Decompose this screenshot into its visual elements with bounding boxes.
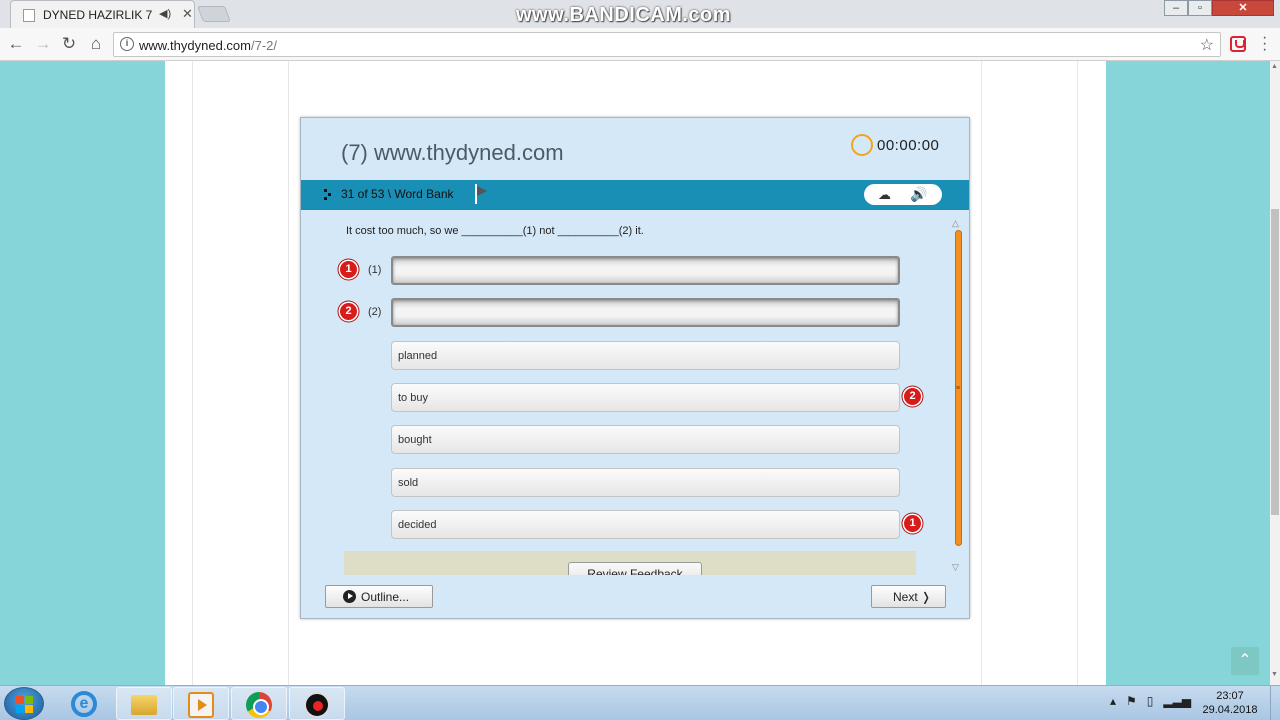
word-option[interactable]: sold — [391, 468, 900, 497]
address-bar[interactable]: i www.thydyned.com/7-2/ ☆ — [113, 32, 1221, 57]
answer-slot-2[interactable] — [391, 298, 900, 327]
flag-icon[interactable] — [475, 184, 489, 204]
windows-logo-icon — [16, 696, 24, 704]
grip-icon — [324, 189, 332, 201]
review-feedback-button[interactable]: Review Feedback — [568, 562, 702, 575]
word-number-badge: 1 — [904, 515, 921, 532]
extension-icon[interactable] — [1230, 36, 1246, 52]
clock-time: 23:07 — [1216, 690, 1244, 702]
word-text: planned — [398, 350, 438, 362]
windows-logo-icon — [25, 696, 33, 704]
scroll-thumb[interactable] — [1271, 209, 1279, 515]
tab-audio-icon[interactable]: ◀) — [159, 7, 171, 20]
taskbar-explorer[interactable] — [116, 687, 172, 720]
url-path: /7-2/ — [251, 38, 278, 53]
browser-titlebar: DYNED HAZIRLIK 7 ◀) ✕ www.BANDICAM.com –… — [0, 0, 1280, 28]
url-host: www.thydyned.com — [139, 38, 251, 53]
word-number-badge: 2 — [904, 388, 921, 405]
window-close-button[interactable]: ✕ — [1212, 0, 1274, 16]
clock-date: 29.04.2018 — [1202, 704, 1258, 716]
timer: 00:00:00 — [877, 137, 940, 154]
minimize-button[interactable]: – — [1164, 0, 1188, 16]
feedback-panel: Review Feedback — [344, 551, 916, 575]
word-text: decided — [398, 519, 437, 531]
url-text: www.thydyned.com/7-2/ — [139, 38, 277, 53]
folder-icon — [131, 695, 157, 715]
system-tray[interactable]: ▴ ⚑ ▯ ▂▃▅ — [1110, 694, 1191, 708]
taskbar-ie[interactable]: e — [57, 687, 113, 720]
taskbar-chrome[interactable] — [231, 687, 287, 720]
divider — [1077, 61, 1078, 685]
tab-close-icon[interactable]: ✕ — [182, 6, 193, 22]
timer-icon — [851, 134, 873, 156]
word-option[interactable]: decided — [391, 510, 900, 539]
speaker-icon[interactable]: 🔊 — [910, 186, 927, 203]
home-icon[interactable]: ⌂ — [85, 33, 107, 55]
clock[interactable]: 23:07 29.04.2018 — [1198, 689, 1262, 717]
star-icon[interactable]: ☆ — [1200, 35, 1214, 55]
show-desktop-button[interactable] — [1270, 686, 1280, 720]
hint-icon[interactable]: ☁ — [878, 187, 891, 203]
ie-icon: e — [71, 691, 97, 717]
page-scrollbar[interactable]: ▲ ▼ — [1270, 61, 1280, 685]
lesson-bar: 31 of 53 \ Word Bank ☁ 🔊 — [301, 180, 969, 210]
lesson-breadcrumb: 31 of 53 \ Word Bank — [341, 187, 454, 201]
taskbar: e ▴ ⚑ ▯ ▂▃▅ 23:07 29.04.2018 — [0, 685, 1280, 720]
divider — [192, 61, 193, 685]
back-to-top-button[interactable]: ⌃ — [1231, 647, 1259, 675]
recording-watermark: www.BANDICAM.com — [516, 4, 732, 26]
slot-label: (2) — [368, 306, 382, 318]
maximize-button[interactable]: ▫ — [1188, 0, 1212, 16]
app-title: (7) www.thydyned.com — [341, 140, 564, 165]
scroll-up-icon[interactable]: △ — [952, 218, 959, 229]
browser-toolbar: ← → ↻ ⌂ i www.thydyned.com/7-2/ ☆ · · · — [0, 28, 1280, 61]
taskbar-bandicam[interactable] — [289, 687, 345, 720]
media-player-icon — [188, 692, 214, 718]
word-text: to buy — [398, 392, 428, 404]
browser-tab[interactable]: DYNED HAZIRLIK 7 ◀) ✕ — [10, 0, 195, 28]
scroll-down-icon[interactable]: ▽ — [952, 562, 959, 573]
windows-logo-icon — [16, 705, 24, 713]
word-option[interactable]: bought — [391, 425, 900, 454]
reload-icon[interactable]: ↻ — [58, 33, 80, 55]
taskbar-media[interactable] — [173, 687, 229, 720]
scroll-up-icon[interactable]: ▲ — [1271, 63, 1278, 70]
menu-icon[interactable]: · · · — [1262, 30, 1267, 58]
word-option[interactable]: planned — [391, 341, 900, 370]
page-favicon-icon — [23, 9, 35, 22]
slot-number-badge: 2 — [340, 303, 357, 320]
record-icon — [304, 692, 330, 718]
word-text: sold — [398, 477, 419, 489]
next-label: Next ❭ — [893, 590, 932, 604]
tab-title: DYNED HAZIRLIK 7 — [43, 8, 153, 22]
scroll-grip-icon: ≡ — [956, 385, 961, 392]
tools-pill: ☁ 🔊 — [864, 184, 942, 205]
outline-label: Outline... — [361, 590, 410, 604]
word-text: bought — [398, 434, 432, 446]
content-scrollbar[interactable]: △ ≡ ▽ — [952, 218, 964, 576]
new-tab-button[interactable] — [197, 6, 231, 22]
play-icon — [343, 590, 356, 603]
windows-logo-icon — [25, 705, 33, 713]
outline-button[interactable]: Outline... — [325, 585, 433, 608]
back-icon[interactable]: ← — [5, 33, 27, 55]
question-prompt: It cost too much, so we __________(1) no… — [346, 225, 644, 237]
word-option[interactable]: to buy — [391, 383, 900, 412]
slot-label: (1) — [368, 264, 382, 276]
chrome-icon — [246, 692, 272, 718]
divider — [981, 61, 982, 685]
slot-number-badge: 1 — [340, 261, 357, 278]
scroll-down-icon[interactable]: ▼ — [1271, 671, 1278, 678]
forward-icon[interactable]: → — [32, 33, 54, 55]
info-icon[interactable]: i — [120, 37, 134, 51]
next-button[interactable]: Next ❭ — [871, 585, 946, 608]
divider — [288, 61, 289, 685]
start-button[interactable] — [4, 687, 44, 720]
answer-slot-1[interactable] — [391, 256, 900, 285]
dyned-app: (7) www.thydyned.com 00:00:00 31 of 53 \… — [300, 117, 970, 619]
